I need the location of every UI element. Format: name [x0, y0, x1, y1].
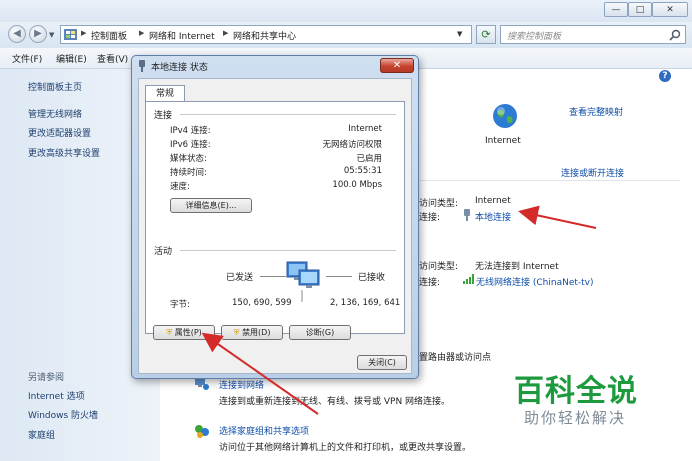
watermark-subtitle: 助你轻松解决	[524, 409, 627, 427]
arrow-to-local-connection	[518, 205, 597, 229]
watermark-logo-text: 百科全说	[514, 374, 638, 409]
arrow-to-properties-button	[201, 332, 319, 415]
